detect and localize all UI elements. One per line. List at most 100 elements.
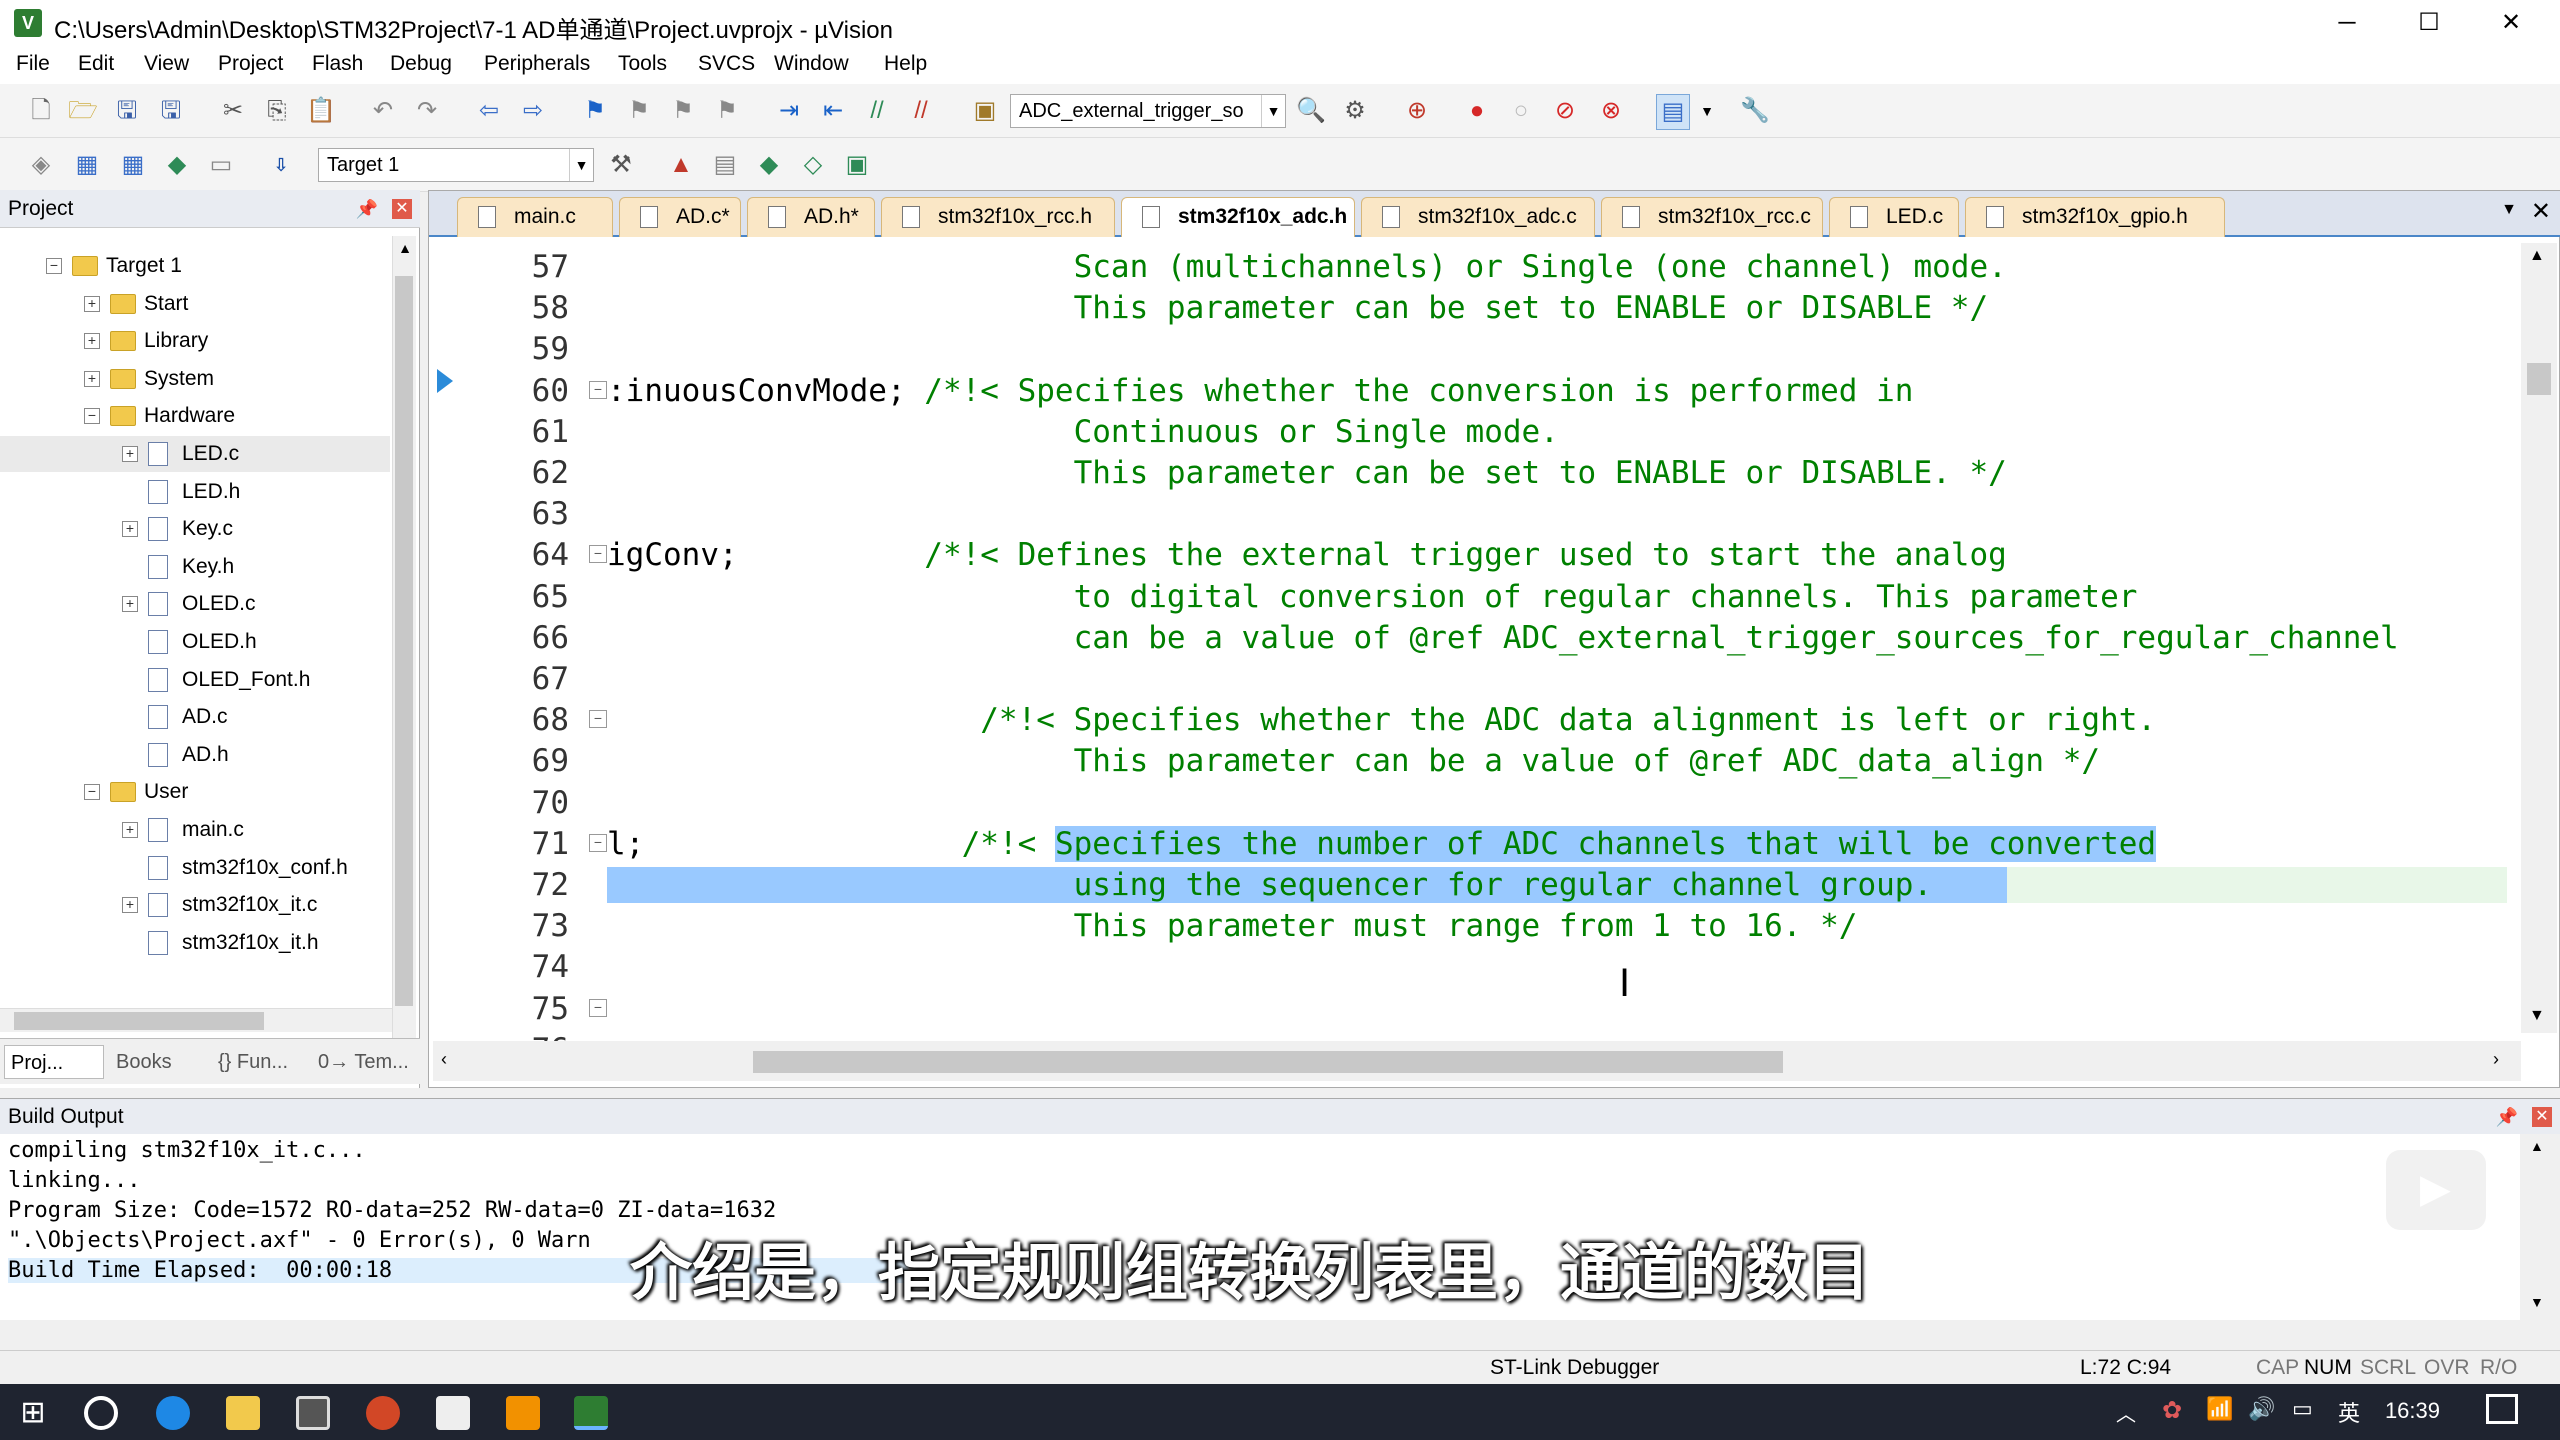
find-combo[interactable]: ADC_external_trigger_so ▼ [1010, 94, 1286, 128]
volume-icon[interactable]: 🔊 [2248, 1396, 2275, 1422]
maximize-button[interactable]: ☐ [2388, 0, 2470, 46]
file-explorer-icon[interactable] [226, 1396, 260, 1430]
chevron-down-icon[interactable]: ▼ [1261, 95, 1285, 127]
tab-project[interactable]: Proj... [4, 1045, 104, 1079]
open-file-icon[interactable]: 🗁 [66, 94, 100, 128]
expand-icon[interactable]: + [122, 596, 138, 613]
scroll-down-icon[interactable]: ▼ [2530, 1294, 2544, 1310]
tab-books[interactable]: Books [110, 1045, 206, 1079]
tree-item[interactable]: Key.h [0, 549, 390, 585]
menu-flash[interactable]: Flash [312, 52, 363, 76]
recorder-app-icon[interactable] [506, 1396, 540, 1430]
tree-item[interactable]: + Key.c [0, 511, 390, 547]
scroll-down-icon[interactable]: ▼ [2529, 1007, 2545, 1025]
bookmark-next-icon[interactable]: ⚑ [666, 94, 700, 128]
editor-tab[interactable]: AD.h* [747, 197, 875, 237]
powerpoint-icon[interactable] [366, 1396, 400, 1430]
breakpoint-disable-all-icon[interactable]: ⊘ [1548, 94, 1582, 128]
tree-item[interactable]: + Start [0, 286, 390, 322]
incremental-find-icon[interactable]: ⚙ [1338, 94, 1372, 128]
redo-icon[interactable]: ↷ [410, 94, 444, 128]
manage-project-items-icon[interactable]: ▲ [664, 148, 698, 182]
tray-app-icon[interactable]: ✿ [2162, 1396, 2182, 1425]
tab-list-chevron-icon[interactable]: ▼ [2501, 201, 2517, 219]
selected-text[interactable]: Specifies the number of ADC channels tha… [1054, 825, 2157, 862]
notification-center-icon[interactable] [2486, 1394, 2518, 1424]
breakpoint-enable-icon[interactable]: ○ [1504, 94, 1538, 128]
scroll-thumb[interactable] [2527, 363, 2551, 395]
taskbar-clock[interactable]: 16:39 [2385, 1398, 2440, 1424]
selected-text[interactable]: using the sequencer for regular channel … [1074, 867, 1933, 903]
comment-icon[interactable]: // [860, 94, 894, 128]
photos-app-icon[interactable] [436, 1396, 470, 1430]
tree-item[interactable]: − Hardware [0, 398, 390, 434]
scroll-up-icon[interactable]: ▲ [2529, 247, 2545, 265]
tab-functions[interactable]: {} Fun... [212, 1045, 308, 1079]
rebuild-icon[interactable]: ▦ [116, 148, 150, 182]
menu-window[interactable]: Window [774, 52, 849, 76]
menu-view[interactable]: View [144, 52, 189, 76]
menu-svcs[interactable]: SVCS [698, 52, 755, 76]
editor-tab[interactable]: stm32f10x_rcc.c [1601, 197, 1823, 237]
undo-icon[interactable]: ↶ [366, 94, 400, 128]
chevron-down-icon[interactable]: ▼ [569, 149, 593, 181]
editor-tab[interactable]: AD.c* [619, 197, 741, 237]
configure-icon[interactable]: 🔧 [1738, 94, 1772, 128]
editor-tab[interactable]: stm32f10x_rcc.h [881, 197, 1115, 237]
pin-icon[interactable]: 📌 [2496, 1099, 2518, 1135]
video-play-overlay[interactable]: ▶ [2386, 1150, 2486, 1230]
tree-item[interactable]: + stm32f10x_it.c [0, 887, 390, 923]
expand-icon[interactable]: + [122, 822, 138, 838]
editor-hscrollbar[interactable]: ‹ › [433, 1041, 2521, 1081]
minimize-button[interactable]: ─ [2306, 0, 2388, 46]
edge-browser-icon[interactable] [156, 1396, 190, 1430]
breakpoint-kill-all-icon[interactable]: ⊗ [1594, 94, 1628, 128]
translate-icon[interactable]: ◈ [24, 148, 58, 182]
tree-item[interactable]: LED.h [0, 474, 390, 510]
debug-session-icon[interactable]: ⊕ [1400, 94, 1434, 128]
unindent-icon[interactable]: ⇤ [816, 94, 850, 128]
cut-icon[interactable]: ✂ [216, 94, 250, 128]
uvision-taskbar-icon[interactable] [574, 1396, 608, 1430]
scroll-up-icon[interactable]: ▲ [395, 240, 415, 260]
uncomment-icon[interactable]: // [904, 94, 938, 128]
close-icon[interactable]: ✕ [2532, 1107, 2552, 1127]
tree-item[interactable]: stm32f10x_it.h [0, 925, 390, 961]
pack-installer-icon[interactable]: ▣ [840, 148, 874, 182]
chevron-down-icon[interactable]: ▼ [1690, 94, 1724, 128]
collapse-icon[interactable]: − [84, 408, 100, 425]
editor-tab[interactable]: LED.c [1829, 197, 1959, 237]
save-icon[interactable]: 🖫 [110, 94, 144, 128]
ime-indicator[interactable]: 英 [2338, 1396, 2360, 1428]
collapse-icon[interactable]: − [46, 258, 62, 274]
menu-tools[interactable]: Tools [618, 52, 667, 76]
scroll-thumb[interactable] [395, 276, 413, 1006]
indent-icon[interactable]: ⇥ [772, 94, 806, 128]
menu-project[interactable]: Project [218, 52, 283, 76]
tree-item[interactable]: stm32f10x_conf.h [0, 850, 390, 886]
pin-icon[interactable]: 📌 [356, 190, 378, 228]
hscroll-thumb[interactable] [14, 1012, 264, 1030]
close-button[interactable]: ✕ [2470, 0, 2552, 46]
editor-tab[interactable]: stm32f10x_gpio.h [1965, 197, 2225, 237]
build-icon[interactable]: ▦ [70, 148, 104, 182]
menu-file[interactable]: File [16, 52, 50, 76]
expand-icon[interactable]: + [122, 446, 138, 462]
select-packs-icon[interactable]: ◆ [752, 148, 786, 182]
tree-item[interactable]: − Target 1 [0, 248, 390, 284]
editor-tab[interactable]: main.c [457, 197, 613, 237]
wifi-icon[interactable]: 📶 [2206, 1396, 2233, 1422]
tree-item[interactable]: + Library [0, 323, 390, 359]
menu-help[interactable]: Help [884, 52, 927, 76]
menu-peripherals[interactable]: Peripherals [484, 52, 590, 76]
build-output-vscrollbar[interactable]: ▲ ▼ [2520, 1134, 2560, 1320]
new-file-icon[interactable]: 🗋 [24, 94, 58, 128]
scroll-right-icon[interactable]: › [2493, 1049, 2499, 1070]
editor-tab[interactable]: stm32f10x_adc.c [1361, 197, 1595, 237]
bookmark-toggle-icon[interactable]: ⚑ [578, 94, 612, 128]
fold-icon[interactable]: − [589, 380, 607, 399]
tab-templates[interactable]: 0→ Tem... [312, 1045, 416, 1079]
navigate-back-icon[interactable]: ⇦ [472, 94, 506, 128]
project-tree-hscrollbar[interactable] [0, 1008, 392, 1032]
target-select[interactable]: Target 1 ▼ [318, 148, 594, 182]
